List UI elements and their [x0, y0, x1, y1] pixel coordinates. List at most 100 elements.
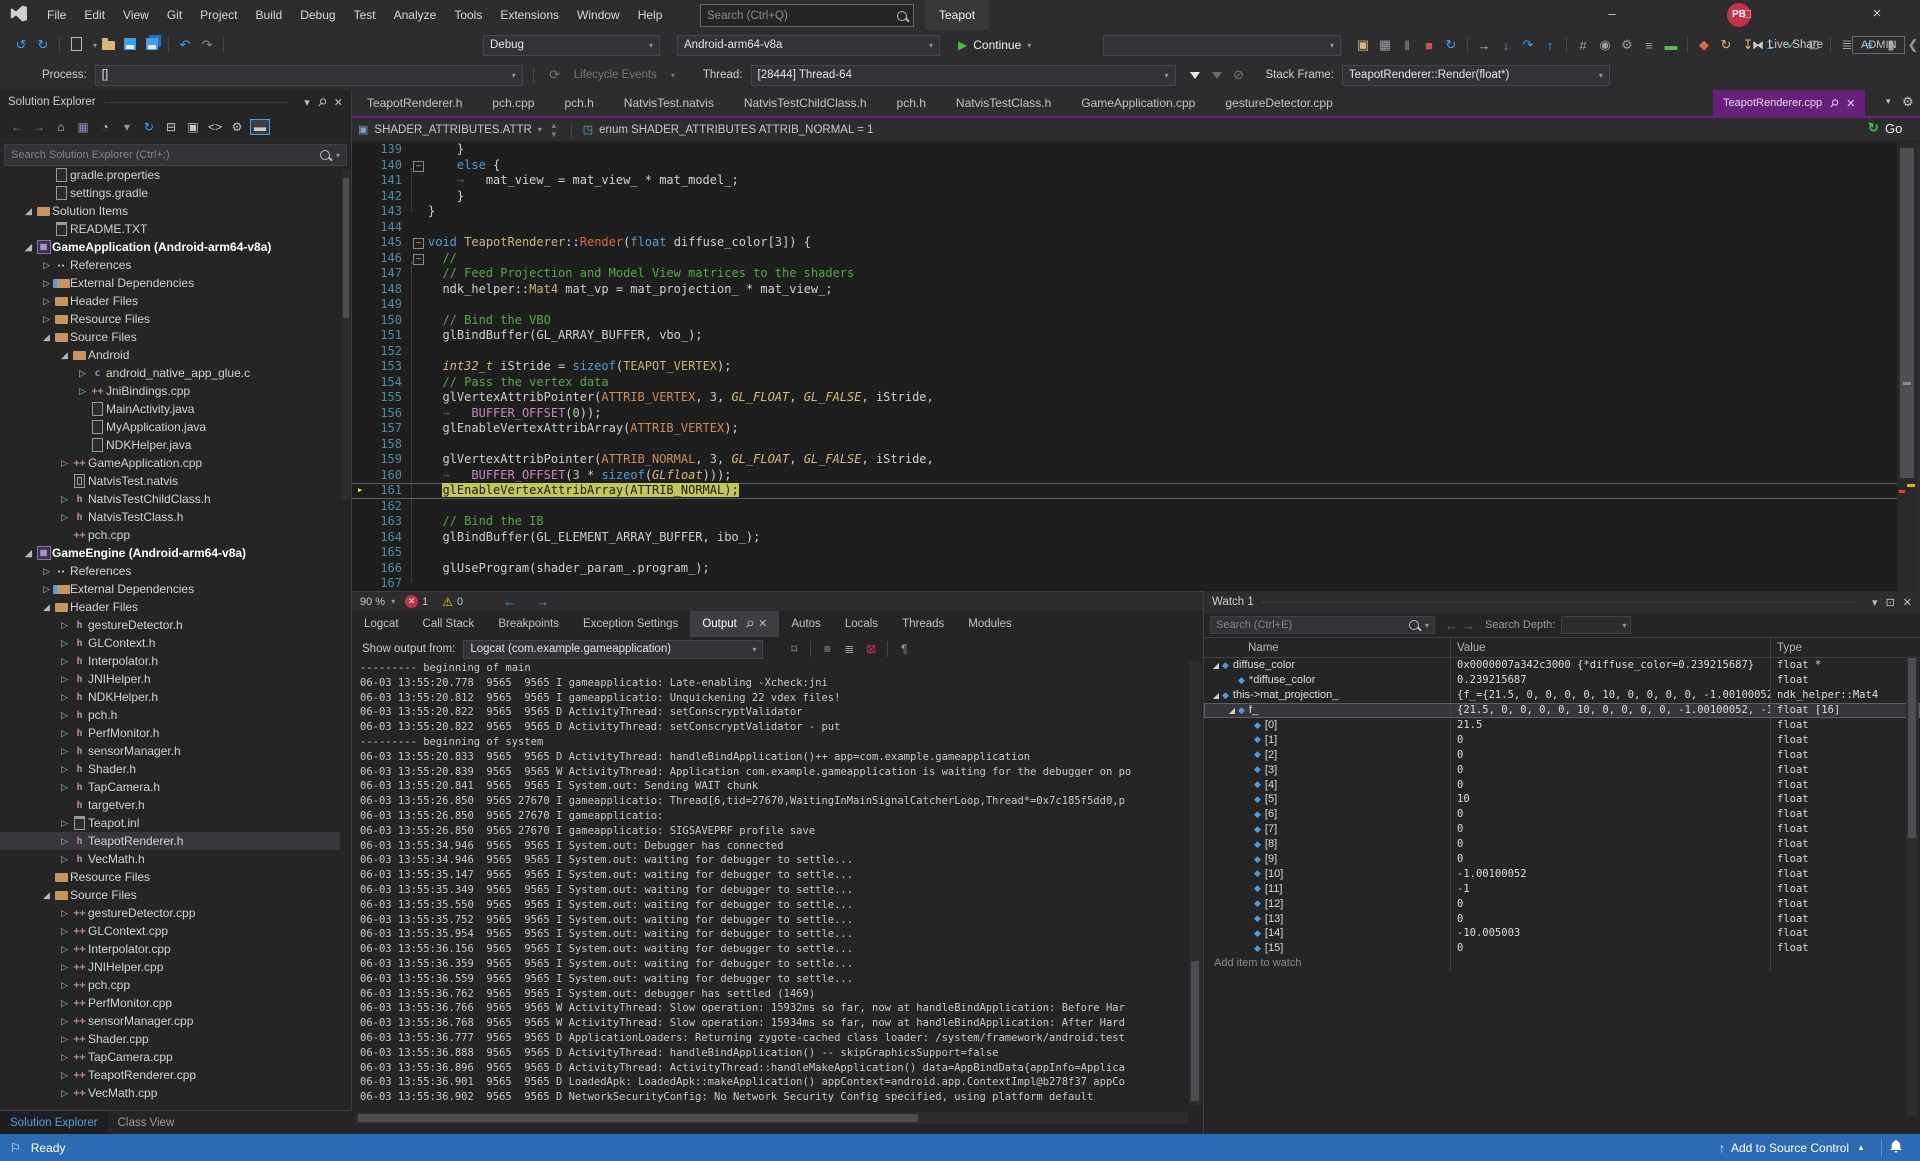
- fold-margin[interactable]: [410, 266, 428, 282]
- menu-view[interactable]: View: [114, 0, 158, 30]
- watch-add-cell[interactable]: Add item to watch: [1204, 955, 1451, 971]
- tree-item[interactable]: ▷ h NatvisTestChildClass.h: [0, 490, 340, 508]
- fold-margin[interactable]: [410, 282, 428, 298]
- step-over-icon[interactable]: ↷: [1518, 37, 1538, 53]
- tree-item[interactable]: ▷ ▪▪ References: [0, 562, 340, 580]
- column-type[interactable]: Type: [1771, 638, 1920, 657]
- fold-margin[interactable]: [410, 204, 428, 220]
- tree-item[interactable]: ▷ h Interpolator.h: [0, 652, 340, 670]
- breadcrumb-scope[interactable]: SHADER_ATTRIBUTES.ATTR: [374, 124, 531, 136]
- tree-arrow-icon[interactable]: ▷: [58, 1034, 71, 1045]
- watch-value-cell[interactable]: -10.005003: [1451, 926, 1771, 941]
- breakpoint-margin[interactable]: [352, 204, 372, 220]
- fold-margin[interactable]: [410, 468, 428, 484]
- tree-arrow-icon[interactable]: ▷: [58, 746, 71, 757]
- attach-icon[interactable]: ⚙: [1617, 37, 1637, 53]
- breakpoint-margin[interactable]: [352, 328, 372, 344]
- tree-item[interactable]: ▷ ++ Shader.cpp: [0, 1030, 340, 1048]
- breakpoint-margin[interactable]: [352, 220, 372, 236]
- breakpoint-margin[interactable]: [352, 390, 372, 406]
- breakpoint-margin[interactable]: [352, 375, 372, 391]
- step-out-icon[interactable]: ↑: [1540, 38, 1560, 53]
- undo-icon[interactable]: ↶: [175, 37, 195, 53]
- menu-help[interactable]: Help: [629, 0, 672, 30]
- output-tab-autos[interactable]: Autos: [779, 611, 832, 637]
- search-next-icon[interactable]: →: [1462, 618, 1475, 633]
- tree-item[interactable]: ▷ External Dependencies: [0, 274, 340, 292]
- watch-name-cell[interactable]: ◆ [9]: [1204, 851, 1451, 867]
- zoom-level-dropdown[interactable]: 90 %: [360, 596, 385, 608]
- tree-arrow-icon[interactable]: ▷: [58, 818, 71, 829]
- tree-arrow-icon[interactable]: ▷: [58, 674, 71, 685]
- watch-row[interactable]: ◆ [8] 0 float: [1204, 836, 1920, 852]
- fold-margin[interactable]: [410, 530, 428, 546]
- watch-name-cell[interactable]: ◢ ◆ diffuse_color: [1204, 658, 1451, 673]
- go-refresh-icon[interactable]: ↻: [1868, 120, 1879, 136]
- code-line[interactable]: 165: [352, 545, 1897, 561]
- watch-row[interactable]: ◢ ◆ this->mat_projection_ {f_={21.5, 0, 0, …: [1204, 687, 1920, 703]
- watch-row[interactable]: ◆ [15] 0 float: [1204, 940, 1920, 956]
- go-button[interactable]: Go: [1885, 121, 1902, 136]
- output-tab-locals[interactable]: Locals: [833, 611, 890, 637]
- breakpoint-margin[interactable]: [352, 484, 372, 498]
- solution-platform-dropdown[interactable]: Android-arm64-v8a ▾: [677, 34, 940, 56]
- nest-files-icon[interactable]: ⊟: [162, 120, 180, 134]
- fold-margin[interactable]: [410, 344, 428, 360]
- tree-item[interactable]: ▷ ++ GLContext.cpp: [0, 922, 340, 940]
- error-count[interactable]: 1: [422, 596, 428, 608]
- tree-arrow-icon[interactable]: ▷: [58, 1016, 71, 1027]
- watch-row[interactable]: ◆ [9] 0 float: [1204, 851, 1920, 867]
- watch-add-row[interactable]: Add item to watch: [1204, 955, 1920, 971]
- tree-arrow-icon[interactable]: ▷: [58, 926, 71, 937]
- target-window-icon[interactable]: ▦: [1375, 37, 1395, 53]
- watch-row[interactable]: ◆ *diffuse_color 0.239215687 float: [1204, 672, 1920, 688]
- quick-search-input[interactable]: Search (Ctrl+Q): [700, 4, 914, 27]
- tab-natvistestclass-h[interactable]: NatvisTestClass.h: [941, 90, 1066, 116]
- watch-search-input[interactable]: Search (Ctrl+E) ▾: [1210, 616, 1435, 634]
- watch-value-cell[interactable]: -1.00100052: [1451, 866, 1771, 882]
- watch-value-cell[interactable]: 0: [1451, 777, 1771, 793]
- watch-name-cell[interactable]: ◆ [11]: [1204, 881, 1451, 897]
- tree-item[interactable]: ◢ Source Files: [0, 886, 340, 904]
- watch-scrollbar[interactable]: [1906, 656, 1918, 1116]
- menu-edit[interactable]: Edit: [75, 0, 114, 30]
- break-all-icon[interactable]: ‖: [1397, 38, 1417, 53]
- add-to-source-control-button[interactable]: ↑ Add to Source Control ▲: [1719, 1141, 1873, 1155]
- document-well-options-icon[interactable]: ⚙: [1902, 94, 1914, 110]
- code-line[interactable]: 154 // Pass the vertex data: [352, 375, 1897, 391]
- code-line[interactable]: 140– else {: [352, 158, 1897, 174]
- back-icon[interactable]: ←: [8, 120, 26, 134]
- restart-icon[interactable]: ↻: [1441, 37, 1461, 53]
- pin-icon[interactable]: ⚲: [314, 95, 329, 109]
- tree-arrow-icon[interactable]: ◢: [40, 332, 53, 343]
- refresh-icon[interactable]: ↻: [140, 120, 158, 134]
- stop-icon[interactable]: ■: [1419, 38, 1439, 53]
- tree-arrow-icon[interactable]: ▷: [58, 782, 71, 793]
- expand-icon[interactable]: ◢: [1210, 691, 1222, 700]
- fold-margin[interactable]: [410, 375, 428, 391]
- code-line[interactable]: 161 glEnableVertexAttribArray(ATTRIB_NOR…: [352, 483, 1897, 499]
- breakpoint-margin[interactable]: [352, 421, 372, 437]
- notifications-bell-icon[interactable]: [1890, 1139, 1902, 1156]
- tree-item[interactable]: ▷ ++ PerfMonitor.cpp: [0, 994, 340, 1012]
- pin-icon[interactable]: ⚲: [737, 613, 761, 637]
- watch-row[interactable]: ◆ [12] 0 float: [1204, 896, 1920, 912]
- code-line[interactable]: 166 glUseProgram(shader_param_.program_)…: [352, 561, 1897, 577]
- tab-pch-h[interactable]: pch.h: [882, 90, 941, 116]
- watch-name-cell[interactable]: ◆ *diffuse_color: [1204, 672, 1451, 688]
- filter-flagged-icon[interactable]: [1211, 71, 1222, 79]
- fold-margin[interactable]: [410, 359, 428, 375]
- output-tab-output[interactable]: Output ⚲ ✕: [690, 611, 780, 637]
- home-icon[interactable]: ⌂: [52, 120, 70, 134]
- menu-tools[interactable]: Tools: [445, 0, 491, 30]
- tree-item[interactable]: ▷ Header Files: [0, 292, 340, 310]
- tree-item[interactable]: NDKHelper.java: [0, 436, 340, 454]
- restore-button[interactable]: □: [1730, 0, 1764, 30]
- immediate-icon[interactable]: ≡: [1639, 38, 1659, 53]
- column-name[interactable]: Name: [1204, 638, 1451, 657]
- tree-item[interactable]: ▷ h Shader.h: [0, 760, 340, 778]
- tree-item[interactable]: ▷ ++ Interpolator.cpp: [0, 940, 340, 958]
- watch-value-cell[interactable]: -1: [1451, 881, 1771, 897]
- tree-arrow-icon[interactable]: ▷: [58, 1070, 71, 1081]
- tree-arrow-icon[interactable]: ▷: [40, 584, 53, 595]
